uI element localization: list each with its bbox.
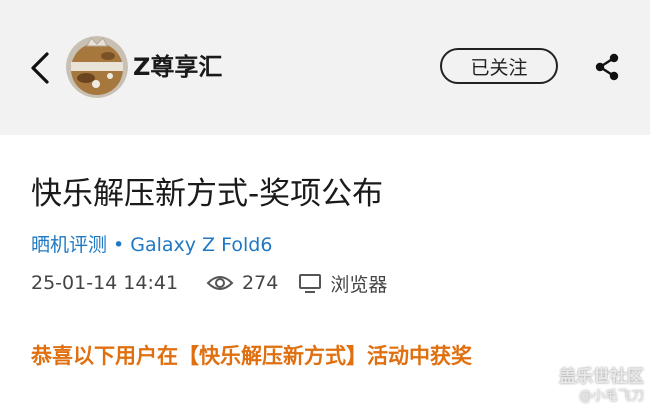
separator-dot: • (113, 234, 125, 256)
channel-name[interactable]: Z尊享汇 (133, 52, 222, 82)
watermark: 盖乐世社区 @小毛飞刀 (559, 366, 644, 406)
watermark-community: 盖乐世社区 (559, 367, 644, 387)
device-tag-link[interactable]: Galaxy Z Fold6 (130, 234, 272, 256)
article-info: 25-01-14 14:41 274 浏览器 (31, 268, 387, 298)
channel-avatar[interactable] (66, 36, 128, 98)
back-arrow-icon (31, 52, 49, 84)
watermark-author: @小毛飞刀 (578, 389, 644, 404)
back-button[interactable] (22, 48, 58, 88)
category-link[interactable]: 晒机评测 (31, 234, 107, 256)
article-tags: 晒机评测 • Galaxy Z Fold6 (31, 230, 272, 260)
eye-icon (206, 276, 234, 290)
top-bar: Z尊享汇 已关注 (0, 0, 650, 135)
post-source: 浏览器 (330, 273, 388, 296)
follow-button[interactable]: 已关注 (440, 48, 558, 84)
post-datetime: 25-01-14 14:41 (31, 272, 179, 294)
monitor-icon (299, 274, 322, 293)
view-count: 274 (242, 272, 279, 294)
article-title: 快乐解压新方式-奖项公布 (31, 176, 384, 212)
announcement-text: 恭喜以下用户在【快乐解压新方式】活动中获奖 (31, 344, 472, 368)
share-icon (595, 53, 619, 81)
share-button[interactable] (590, 50, 624, 84)
